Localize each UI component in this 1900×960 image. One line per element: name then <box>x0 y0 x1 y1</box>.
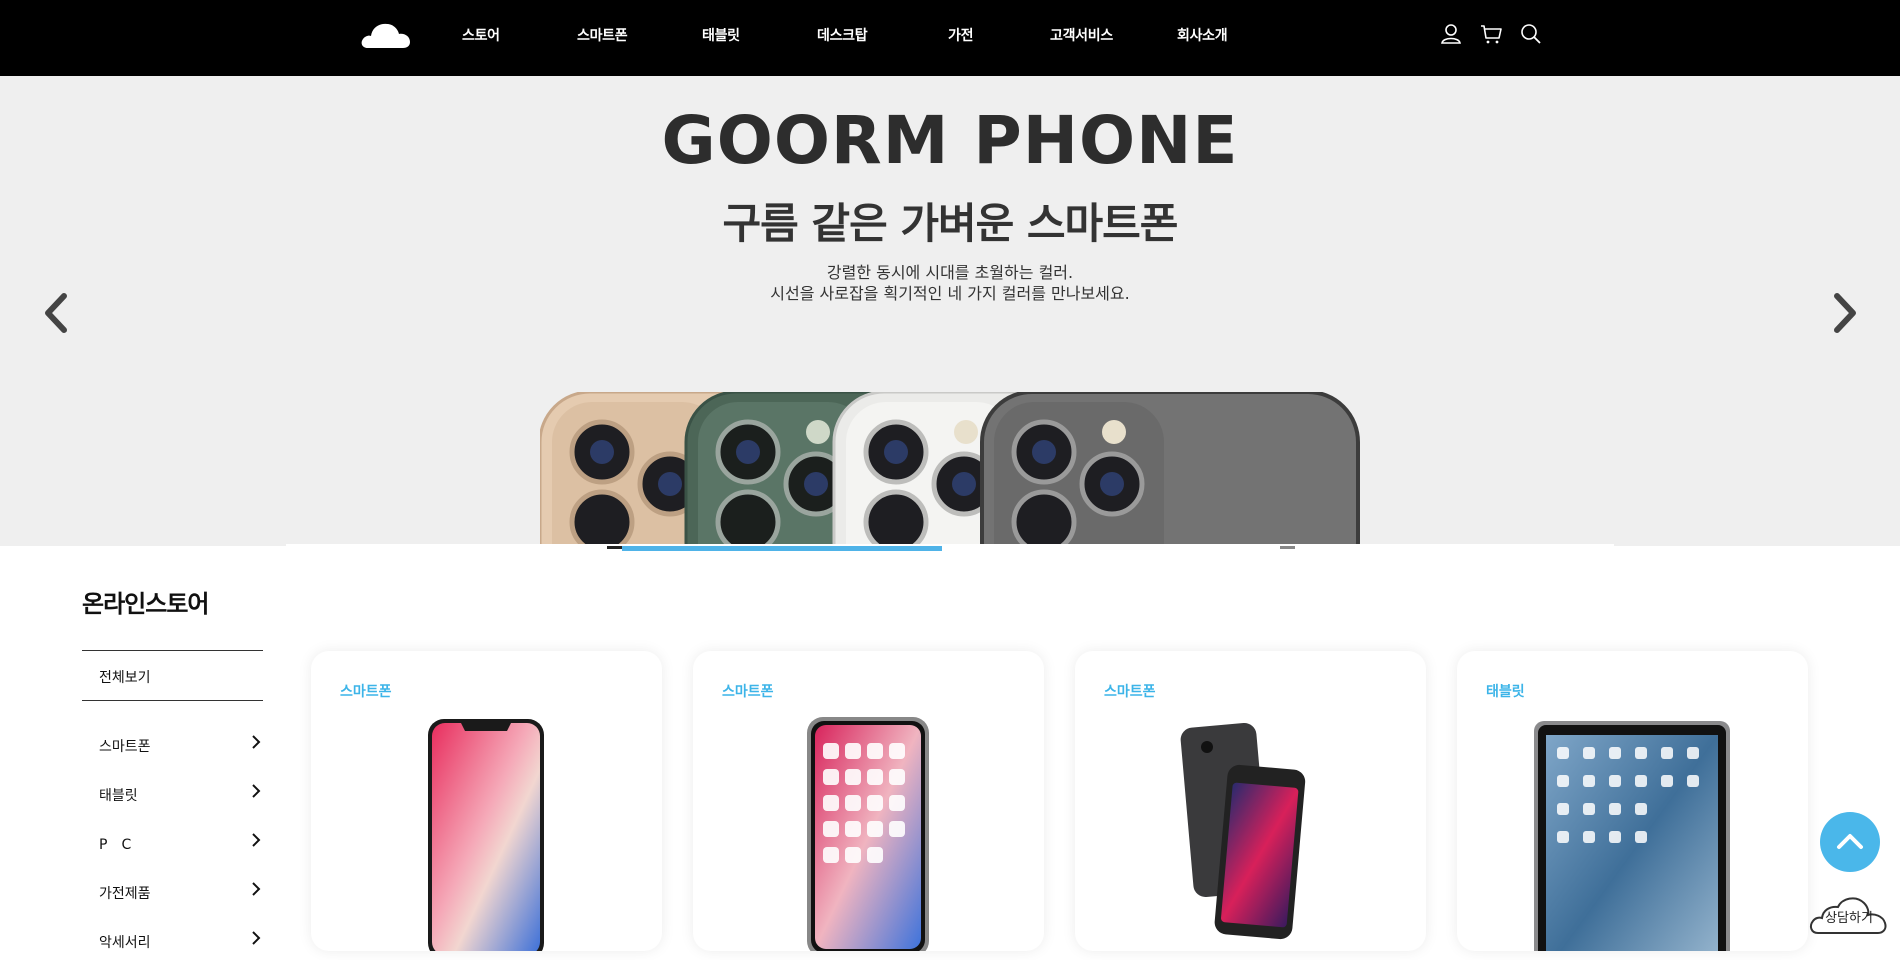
search-icon[interactable] <box>1519 22 1543 46</box>
product-card[interactable]: 스마트폰 <box>311 651 662 951</box>
hero-title: GOORM PHONE <box>661 102 1239 179</box>
store-title: 온라인스토어 <box>82 590 209 618</box>
category-all-label: 전체보기 <box>99 670 151 686</box>
category-label: P C <box>99 837 132 853</box>
nav-appliance[interactable]: 가전 <box>948 25 973 45</box>
iphone-x-homescreen-image <box>807 717 929 951</box>
scroll-top-button[interactable] <box>1820 812 1880 872</box>
chevron-up-icon <box>1837 834 1863 849</box>
slider-progress-bar[interactable] <box>622 546 942 551</box>
chevron-right-icon <box>252 833 261 847</box>
nav-store[interactable]: 스토어 <box>462 25 500 45</box>
category-pc[interactable]: P C <box>82 822 263 862</box>
category-label: 가전제품 <box>99 886 151 902</box>
category-smartphone[interactable]: 스마트폰 <box>82 724 263 764</box>
consult-button[interactable]: 상담하기 <box>1808 886 1890 936</box>
cloud-logo-icon[interactable] <box>360 16 412 50</box>
hero-description: 강렬한 동시에 시대를 초월하는 컬러. 시선을 사로잡을 획기적인 네 가지 … <box>0 262 1900 304</box>
category-all[interactable]: 전체보기 <box>82 650 263 701</box>
product-card[interactable]: 태블릿 <box>1457 651 1808 951</box>
chevron-right-icon <box>252 784 261 798</box>
top-header: 스토어 스마트폰 태블릿 데스크탑 가전 고객서비스 회사소개 <box>0 0 1900 76</box>
hero-banner: GOORM PHONE 구름 같은 가벼운 스마트폰 강렬한 동시에 시대를 초… <box>0 76 1900 546</box>
category-appliance[interactable]: 가전제품 <box>82 871 263 911</box>
iphone-x-front-image <box>428 719 544 951</box>
chevron-right-icon <box>252 882 261 896</box>
nav-about[interactable]: 회사소개 <box>1177 25 1228 45</box>
category-label: 태블릿 <box>99 788 138 804</box>
hero-bottom-edge <box>286 544 1614 548</box>
slider-next-arrow-icon[interactable] <box>1823 288 1863 338</box>
hero-subtitle: 구름 같은 가벼운 스마트폰 <box>722 199 1179 248</box>
hero-desc-line-2: 시선을 사로잡을 획기적인 네 가지 컬러를 만나보세요. <box>770 284 1130 303</box>
category-accessory[interactable]: 악세서리 <box>82 920 263 960</box>
nav-tablet[interactable]: 태블릿 <box>702 25 740 45</box>
slider-track-right <box>1280 546 1295 549</box>
category-label: 악세서리 <box>99 935 151 951</box>
ipad-homescreen-image <box>1534 721 1730 951</box>
nav-smartphone[interactable]: 스마트폰 <box>577 25 628 45</box>
slider-track-left <box>607 546 622 549</box>
user-icon[interactable] <box>1439 22 1463 46</box>
slider-prev-arrow-icon[interactable] <box>38 288 78 338</box>
nav-desktop[interactable]: 데스크탑 <box>817 25 868 45</box>
nav-customer-service[interactable]: 고객서비스 <box>1050 25 1113 45</box>
hero-desc-line-1: 강렬한 동시에 시대를 초월하는 컬러. <box>826 263 1074 282</box>
hero-phones-image <box>540 392 1360 546</box>
category-label: 스마트폰 <box>99 739 151 755</box>
product-card[interactable]: 스마트폰 <box>1075 651 1426 951</box>
product-card[interactable]: 스마트폰 <box>693 651 1044 951</box>
consult-label: 상담하기 <box>1825 911 1873 926</box>
iphone-8-pair-image <box>1180 723 1306 940</box>
category-tablet[interactable]: 태블릿 <box>82 773 263 813</box>
chevron-right-icon <box>252 931 261 945</box>
chevron-right-icon <box>252 735 261 749</box>
cart-icon[interactable] <box>1479 22 1503 46</box>
